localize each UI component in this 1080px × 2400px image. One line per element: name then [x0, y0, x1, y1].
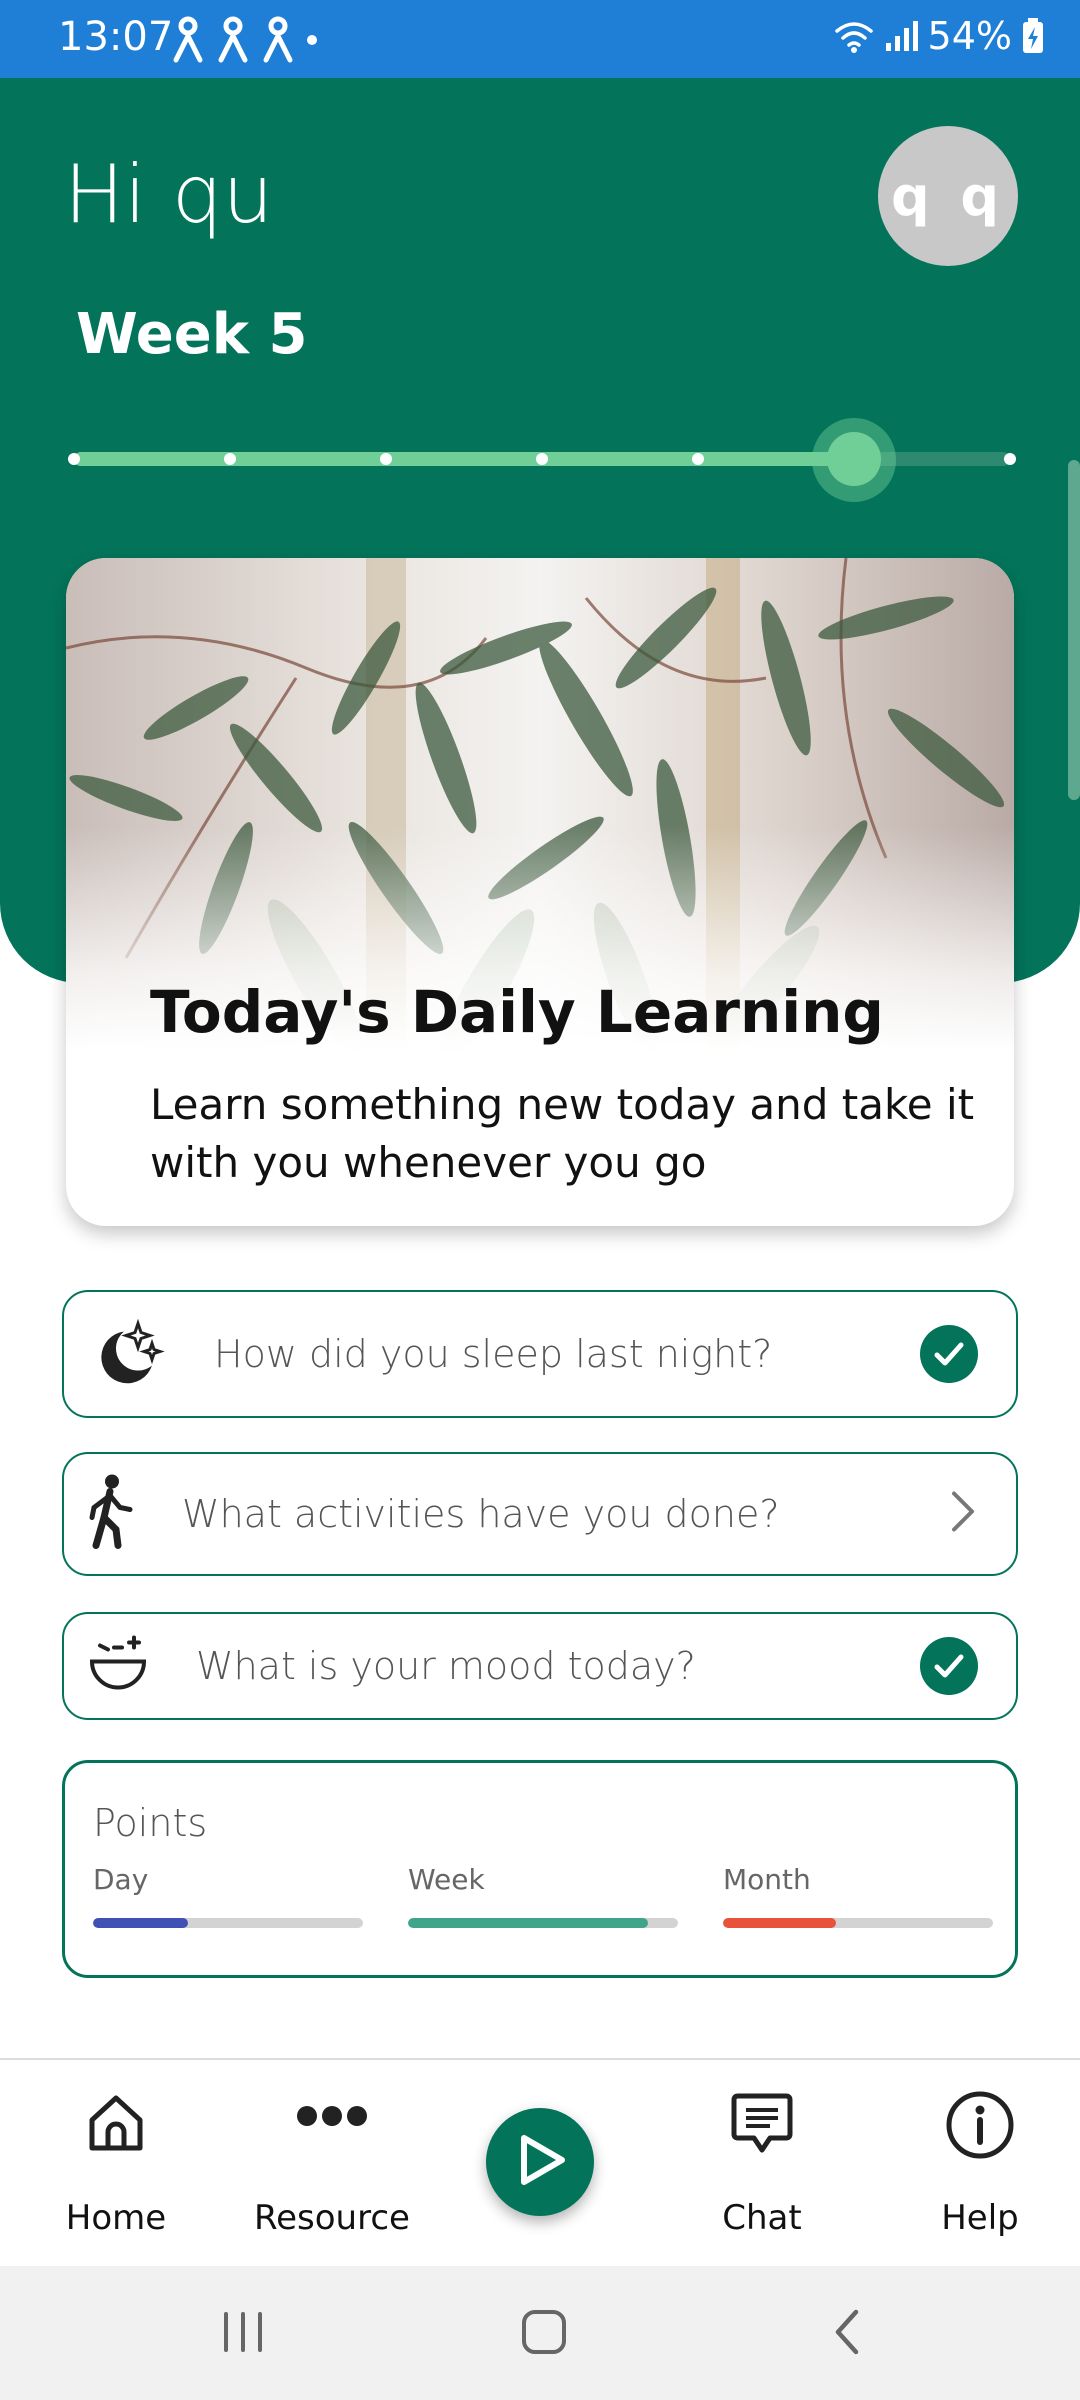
- slider-step-dot[interactable]: [1004, 453, 1016, 465]
- points-title: Points: [93, 1801, 208, 1845]
- nav-help-label: Help: [941, 2198, 1019, 2238]
- card-title: Today's Daily Learning: [150, 978, 884, 1046]
- home-square-icon[interactable]: [518, 2302, 570, 2367]
- slider-track-fill: [74, 452, 854, 466]
- sleep-question-row[interactable]: How did you sleep last night?: [62, 1290, 1018, 1418]
- greeting-text: Hi qu: [64, 148, 274, 241]
- points-day-fill: [93, 1918, 188, 1928]
- status-bar: 13:07 54%: [0, 0, 1080, 78]
- walking-person-icon: [86, 1474, 136, 1555]
- wifi-icon: [834, 22, 873, 53]
- slider-thumb[interactable]: [827, 432, 881, 486]
- home-icon: [84, 2090, 148, 2159]
- week-progress-slider[interactable]: [68, 418, 1016, 502]
- slider-step-dot[interactable]: [536, 453, 548, 465]
- system-nav-bar: [0, 2266, 1080, 2400]
- week-label: Week 5: [76, 302, 308, 367]
- status-right: 54%: [834, 14, 1044, 58]
- points-day-bar: [93, 1918, 363, 1928]
- points-card: Points Day Week Month: [62, 1760, 1018, 1978]
- points-week: Week: [408, 1863, 678, 1928]
- nav-chat[interactable]: Chat: [654, 2060, 870, 2266]
- points-day: Day: [93, 1863, 363, 1928]
- activities-question-text: What activities have you done?: [182, 1492, 780, 1536]
- play-button[interactable]: [486, 2108, 594, 2216]
- nav-home-label: Home: [65, 2198, 167, 2238]
- moon-stars-icon: [86, 1312, 166, 1397]
- points-month-bar: [723, 1918, 993, 1928]
- chevron-right-icon: [948, 1490, 978, 1539]
- activities-question-row[interactable]: What activities have you done?: [62, 1452, 1018, 1576]
- notification-icons: [170, 16, 320, 64]
- people-notification-icon: [173, 16, 317, 63]
- slider-step-dot[interactable]: [692, 453, 704, 465]
- battery-percent: 54%: [927, 14, 1012, 58]
- back-icon[interactable]: [826, 2302, 866, 2367]
- scroll-indicator: [1068, 460, 1080, 800]
- points-week-label: Week: [408, 1863, 485, 1896]
- play-icon: [510, 2130, 570, 2195]
- sleep-question-text: How did you sleep last night?: [214, 1332, 773, 1376]
- points-week-bar: [408, 1918, 678, 1928]
- signal-icon: [885, 21, 918, 51]
- check-circle-icon: [920, 1637, 978, 1695]
- info-icon: [945, 2090, 1015, 2165]
- slider-step-dot[interactable]: [380, 453, 392, 465]
- nav-chat-label: Chat: [722, 2198, 802, 2238]
- slider-step-dot[interactable]: [68, 453, 80, 465]
- recent-apps-icon[interactable]: [218, 2302, 268, 2367]
- mood-face-icon: [86, 1632, 150, 1701]
- battery-charging-icon: [1023, 18, 1043, 53]
- mood-question-text: What is your mood today?: [196, 1644, 696, 1688]
- points-month: Month: [723, 1863, 993, 1928]
- points-week-fill: [408, 1918, 649, 1928]
- points-month-label: Month: [723, 1863, 811, 1896]
- mood-question-row[interactable]: What is your mood today?: [62, 1612, 1018, 1720]
- avatar[interactable]: q q: [878, 126, 1018, 266]
- card-description: Learn something new today and take it wi…: [150, 1080, 975, 1187]
- chat-icon: [730, 2090, 794, 2163]
- points-day-label: Day: [93, 1863, 149, 1896]
- status-time: 13:07: [58, 14, 174, 60]
- nav-resource[interactable]: Resource: [224, 2060, 440, 2266]
- slider-step-dot[interactable]: [224, 453, 236, 465]
- points-month-fill: [723, 1918, 837, 1928]
- nav-help[interactable]: Help: [872, 2060, 1080, 2266]
- nav-resource-label: Resource: [254, 2198, 410, 2238]
- nav-home[interactable]: Home: [8, 2060, 224, 2266]
- check-circle-icon: [920, 1325, 978, 1383]
- more-dots-icon: [295, 2104, 369, 2133]
- daily-learning-card[interactable]: Today's Daily Learning Learn something n…: [66, 558, 1014, 1226]
